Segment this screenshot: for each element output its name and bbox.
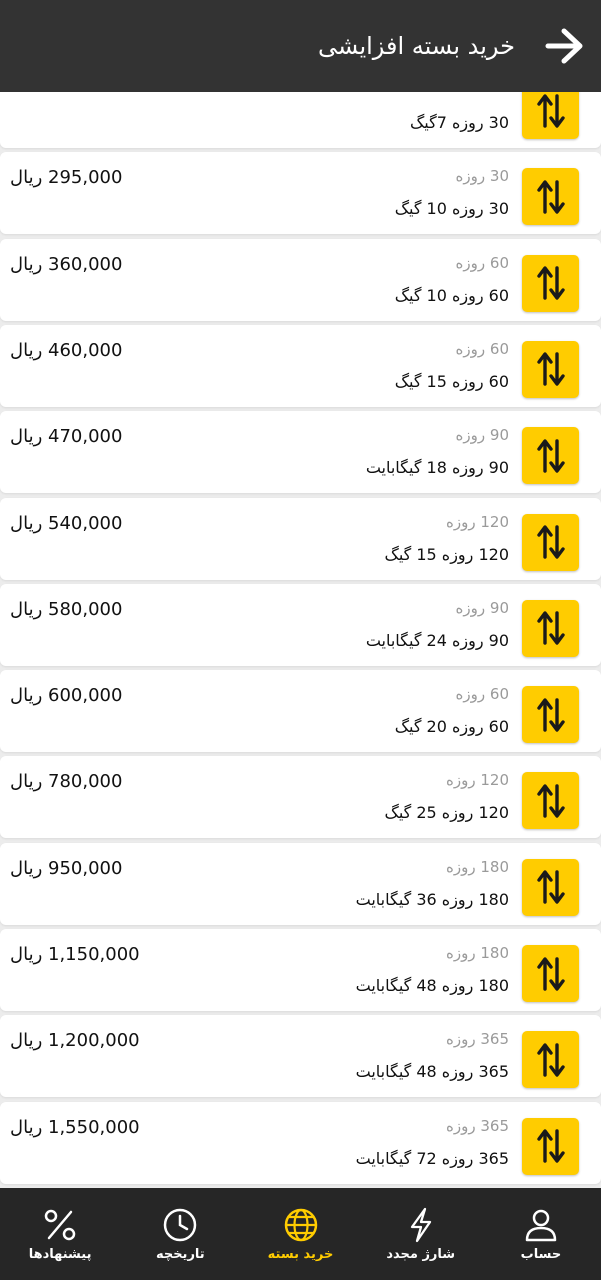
package-name: 180 روزه 36 گیگابایت [355,889,509,909]
package-duration: 30 روزه [455,167,509,186]
app-bar: خرید بسته افزایشی [0,0,601,92]
package-duration: 60 روزه [455,685,509,704]
package-card[interactable]: 540,000 ریال 120 روزه 120 روزه 15 گیگ [0,497,601,580]
package-card[interactable]: 600,000 ریال 60 روزه 60 روزه 20 گیگ [0,670,601,753]
package-duration: 180 روزه [446,857,509,876]
package-card[interactable]: 470,000 ریال 90 روزه 90 روزه 18 گیگابایت [0,411,601,494]
package-name: 30 روزه 7گیگ [409,113,509,132]
package-price: 600,000 ریال [10,685,123,707]
package-name: 60 روزه 15 گیگ [394,371,509,391]
package-price: 360,000 ریال [10,253,123,275]
nav-label: خرید بسته [267,1246,334,1262]
data-transfer-icon [522,1031,579,1089]
package-name: 180 روزه 48 گیگابایت [355,976,509,995]
package-price: 580,000 ریال [10,598,123,620]
package-duration: 120 روزه [446,512,509,531]
package-price: 295,000 ریال [10,167,123,189]
user-icon [523,1207,559,1243]
data-transfer-icon [522,168,579,226]
package-price: 460,000 ریال [10,339,123,361]
package-list[interactable]: 30 روزه 7گیگ 295,000 ریال 30 روزه 30 روزه 1… [0,92,601,1188]
package-duration: 365 روزه [446,1116,509,1135]
data-transfer-icon [522,427,579,485]
package-name: 60 روزه 10 گیگ [394,285,509,305]
package-card[interactable]: 30 روزه 7گیگ [0,92,601,148]
back-arrow-icon[interactable] [543,24,587,68]
data-transfer-icon [522,686,579,744]
package-name: 120 روزه 25 گیگ [384,803,510,823]
nav-item-offers[interactable]: پیشنهادها [0,1188,120,1280]
package-duration: 120 روزه [446,771,509,790]
data-transfer-icon [522,92,579,139]
data-transfer-icon [522,945,579,1002]
package-duration: 365 روزه [446,1030,509,1049]
package-name: 90 روزه 18 گیگابایت [365,458,509,478]
data-transfer-icon [522,340,579,398]
package-name: 365 روزه 48 گیگابایت [355,1062,509,1082]
package-name: 30 روزه 10 گیگ [394,199,509,219]
package-price: 1,550,000 ریال [10,1116,140,1138]
data-transfer-icon [522,772,579,830]
nav-item-account[interactable]: حساب [481,1188,601,1280]
package-price: 1,200,000 ریال [10,1030,140,1052]
globe-icon [283,1207,319,1243]
package-price: 540,000 ریال [10,512,123,534]
package-name: 365 روزه 72 گیگابایت [355,1148,509,1168]
package-price: 470,000 ریال [10,426,123,448]
nav-item-recharge[interactable]: شارژ مجدد [361,1188,481,1280]
package-card[interactable]: 360,000 ریال 60 روزه 60 روزه 10 گیگ [0,238,601,321]
package-price: 950,000 ریال [10,857,123,879]
data-transfer-icon [522,513,579,571]
package-card[interactable]: 1,550,000 ریال 365 روزه 365 روزه 72 گیگابا… [0,1101,601,1184]
package-card[interactable]: 780,000 ریال 120 روزه 120 روزه 25 گیگ [0,756,601,839]
package-duration: 90 روزه [455,598,509,617]
data-transfer-icon [522,254,579,312]
package-name: 60 روزه 20 گیگ [394,717,509,737]
lightning-icon [403,1207,439,1243]
package-card[interactable]: 950,000 ریال 180 روزه 180 روزه 36 گیگابایت [0,842,601,925]
package-duration: 90 روزه [455,426,509,445]
package-card[interactable]: 580,000 ریال 90 روزه 90 روزه 24 گیگابایت [0,583,601,666]
package-card[interactable]: 295,000 ریال 30 روزه 30 روزه 10 گیگ [0,152,601,235]
nav-item-history[interactable]: تاریخچه [120,1188,240,1280]
percent-icon [42,1207,78,1243]
bottom-navigation: پیشنهادها تاریخچه خرید بسته شارژ مجدد حس… [0,1188,601,1280]
package-duration: 60 روزه [455,253,509,272]
nav-item-buy-package[interactable]: خرید بسته [240,1188,360,1280]
package-price: 780,000 ریال [10,771,123,793]
page-title: خرید بسته افزایشی [318,32,515,60]
package-name: 90 روزه 24 گیگابایت [365,630,509,650]
data-transfer-icon [522,858,579,916]
data-transfer-icon [522,1117,579,1175]
data-transfer-icon [522,599,579,657]
nav-label: حساب [520,1246,562,1262]
package-duration: 60 روزه [455,339,509,358]
nav-label: پیشنهادها [28,1246,92,1262]
package-name: 120 روزه 15 گیگ [384,544,510,564]
nav-label: شارژ مجدد [386,1246,456,1262]
clock-icon [162,1207,198,1243]
package-card[interactable]: 1,200,000 ریال 365 روزه 365 روزه 48 گیگابا… [0,1015,601,1098]
package-card[interactable]: 460,000 ریال 60 روزه 60 روزه 15 گیگ [0,324,601,407]
nav-label: تاریخچه [155,1246,205,1262]
package-duration: 180 روزه [446,944,509,962]
package-price: 1,150,000 ریال [10,944,140,965]
package-card[interactable]: 1,150,000 ریال 180 روزه 180 روزه 48 گیگابا… [0,929,601,1011]
